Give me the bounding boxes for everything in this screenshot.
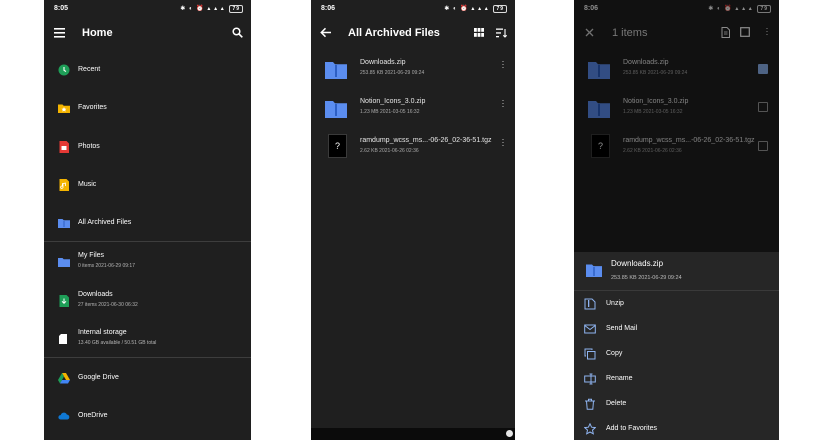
status-bar: 8:06 ✱ ◐ ⏰ ▴ ▴ ▴ 79 bbox=[311, 0, 515, 18]
nav-item-label: All Archived Files bbox=[78, 219, 132, 226]
storage-icon bbox=[59, 334, 67, 344]
action-label: Unzip bbox=[606, 300, 624, 307]
action-add-to-favorites[interactable]: Add to Favorites bbox=[574, 417, 779, 440]
nav-item-onedrive[interactable]: OneDrive bbox=[44, 397, 251, 435]
divider bbox=[574, 290, 779, 291]
app-bar: Home bbox=[44, 18, 251, 48]
nav-item-label: Photos bbox=[78, 143, 100, 150]
nav-item-music[interactable]: Music bbox=[44, 166, 251, 204]
action-label: Send Mail bbox=[606, 325, 638, 332]
back-arrow-icon[interactable] bbox=[320, 27, 332, 38]
archived-files-screen: 8:06 ✱ ◐ ⏰ ▴ ▴ ▴ 79 All Archived Files D… bbox=[311, 0, 515, 440]
nav-item-subtitle: 0 items 2021-06-29 09:17 bbox=[78, 263, 135, 269]
nav-item-subtitle: 13.40 GB available / 50.51 GB total bbox=[78, 340, 157, 346]
copy-icon bbox=[584, 348, 596, 360]
navigation-bar bbox=[311, 428, 515, 440]
action-label: Add to Favorites bbox=[606, 425, 657, 432]
status-bar: 8:05 ✱ ◐ ⏰ ▴ ▴ ▴ 79 bbox=[44, 0, 251, 18]
status-time: 8:06 bbox=[321, 5, 336, 12]
file-name: Notion_Icons_3.0.zip bbox=[360, 98, 426, 105]
nav-item-label: Google Drive bbox=[78, 374, 119, 381]
menu-icon[interactable] bbox=[54, 28, 65, 38]
action-delete[interactable]: Delete bbox=[574, 392, 779, 417]
list-item[interactable]: Downloads.zip 253.85 KB 2021-06-29 09:24… bbox=[311, 56, 515, 94]
bottom-sheet: Downloads.zip 253.85 KB 2021-06-29 09:24… bbox=[574, 252, 779, 440]
folder-icon bbox=[58, 258, 70, 267]
action-label: Delete bbox=[606, 400, 627, 407]
search-icon[interactable] bbox=[232, 27, 243, 38]
file-meta: 253.85 KB 2021-06-29 09:24 bbox=[360, 70, 425, 76]
nav-item-label: Internal storage bbox=[78, 329, 127, 336]
nav-item-my-files[interactable]: My Files 0 items 2021-06-29 09:17 bbox=[44, 243, 251, 281]
downloads-icon bbox=[59, 295, 69, 307]
list-item[interactable]: ? ramdump_wcss_ms...-06-26_02-36-51.tgz … bbox=[311, 134, 515, 172]
action-unzip[interactable]: Unzip bbox=[574, 292, 779, 317]
mail-icon bbox=[584, 324, 596, 334]
grid-view-icon[interactable] bbox=[474, 28, 484, 37]
action-rename[interactable]: Rename bbox=[574, 367, 779, 392]
nav-item-all-archived-files[interactable]: All Archived Files bbox=[44, 204, 251, 242]
onedrive-icon bbox=[58, 412, 70, 420]
nav-item-label: Downloads bbox=[78, 291, 113, 298]
file-meta: 1.23 MB 2021-03-05 16:32 bbox=[360, 109, 420, 115]
battery-icon: 79 bbox=[229, 5, 243, 13]
archive-folder-icon bbox=[58, 219, 70, 228]
scrim[interactable] bbox=[574, 0, 779, 252]
action-label: Copy bbox=[606, 350, 623, 357]
nav-item-label: My Files bbox=[78, 252, 105, 259]
zip-folder-icon bbox=[325, 101, 347, 118]
rename-icon bbox=[584, 373, 596, 385]
unknown-file-icon: ? bbox=[328, 134, 347, 158]
nav-item-recent[interactable]: Recent bbox=[44, 51, 251, 89]
sheet-header: Downloads.zip 253.85 KB 2021-06-29 09:24 bbox=[574, 252, 779, 288]
file-meta: 2.62 KB 2021-06-26 02:36 bbox=[360, 148, 419, 154]
delete-icon bbox=[585, 398, 595, 410]
more-options-icon[interactable]: · · · bbox=[501, 96, 505, 111]
photos-icon bbox=[59, 141, 69, 153]
music-icon bbox=[59, 179, 69, 191]
nav-item-label: OneDrive bbox=[78, 412, 108, 419]
divider bbox=[44, 357, 251, 358]
google-drive-icon bbox=[58, 373, 70, 384]
nav-item-favorites[interactable]: Favorites bbox=[44, 89, 251, 127]
sort-icon[interactable] bbox=[496, 28, 507, 38]
unzip-icon bbox=[584, 298, 596, 310]
home-screen: 8:05 ✱ ◐ ⏰ ▴ ▴ ▴ 79 Home Recent Favorite… bbox=[44, 0, 251, 440]
sheet-file-name: Downloads.zip bbox=[611, 259, 664, 268]
nav-item-photos[interactable]: Photos bbox=[44, 128, 251, 166]
home-indicator[interactable] bbox=[506, 430, 513, 437]
nav-item-label: Favorites bbox=[78, 104, 107, 111]
favorites-icon bbox=[58, 104, 70, 113]
page-title: Home bbox=[82, 27, 113, 39]
app-bar: All Archived Files bbox=[311, 18, 515, 48]
status-icons: ✱ ◐ ⏰ ▴ ▴ ▴ 79 bbox=[444, 5, 507, 13]
recent-icon bbox=[58, 64, 70, 76]
file-name: ramdump_wcss_ms...-06-26_02-36-51.tgz bbox=[360, 137, 492, 144]
zip-folder-icon bbox=[325, 62, 347, 79]
action-send-mail[interactable]: Send Mail bbox=[574, 317, 779, 342]
nav-item-label: Recent bbox=[78, 66, 101, 73]
status-icons: ✱ ◐ ⏰ ▴ ▴ ▴ 79 bbox=[180, 5, 243, 13]
star-outline-icon bbox=[584, 423, 596, 435]
more-options-icon[interactable]: · · · bbox=[501, 135, 505, 150]
page-title: All Archived Files bbox=[348, 27, 440, 39]
nav-item-downloads[interactable]: Downloads 27 items 2021-06-30 06:32 bbox=[44, 282, 251, 320]
divider bbox=[44, 241, 251, 242]
action-copy[interactable]: Copy bbox=[574, 342, 779, 367]
more-options-icon[interactable]: · · · bbox=[501, 57, 505, 72]
nav-item-label: Music bbox=[78, 181, 97, 188]
nav-item-subtitle: 27 items 2021-06-30 06:32 bbox=[78, 302, 138, 308]
nav-item-google-drive[interactable]: Google Drive bbox=[44, 359, 251, 397]
battery-icon: 79 bbox=[493, 5, 507, 13]
status-time: 8:05 bbox=[54, 5, 69, 12]
file-name: Downloads.zip bbox=[360, 59, 406, 66]
action-label: Rename bbox=[606, 375, 633, 382]
file-actions-screen: 8:06 ✱ ◐ ⏰ ▴ ▴ ▴ 79 1 items · · · Download… bbox=[574, 0, 779, 440]
nav-item-internal-storage[interactable]: Internal storage 13.40 GB available / 50… bbox=[44, 320, 251, 358]
zip-folder-icon bbox=[586, 264, 602, 277]
list-item[interactable]: Notion_Icons_3.0.zip 1.23 MB 2021-03-05 … bbox=[311, 95, 515, 133]
sheet-file-meta: 253.85 KB 2021-06-29 09:24 bbox=[611, 275, 682, 281]
